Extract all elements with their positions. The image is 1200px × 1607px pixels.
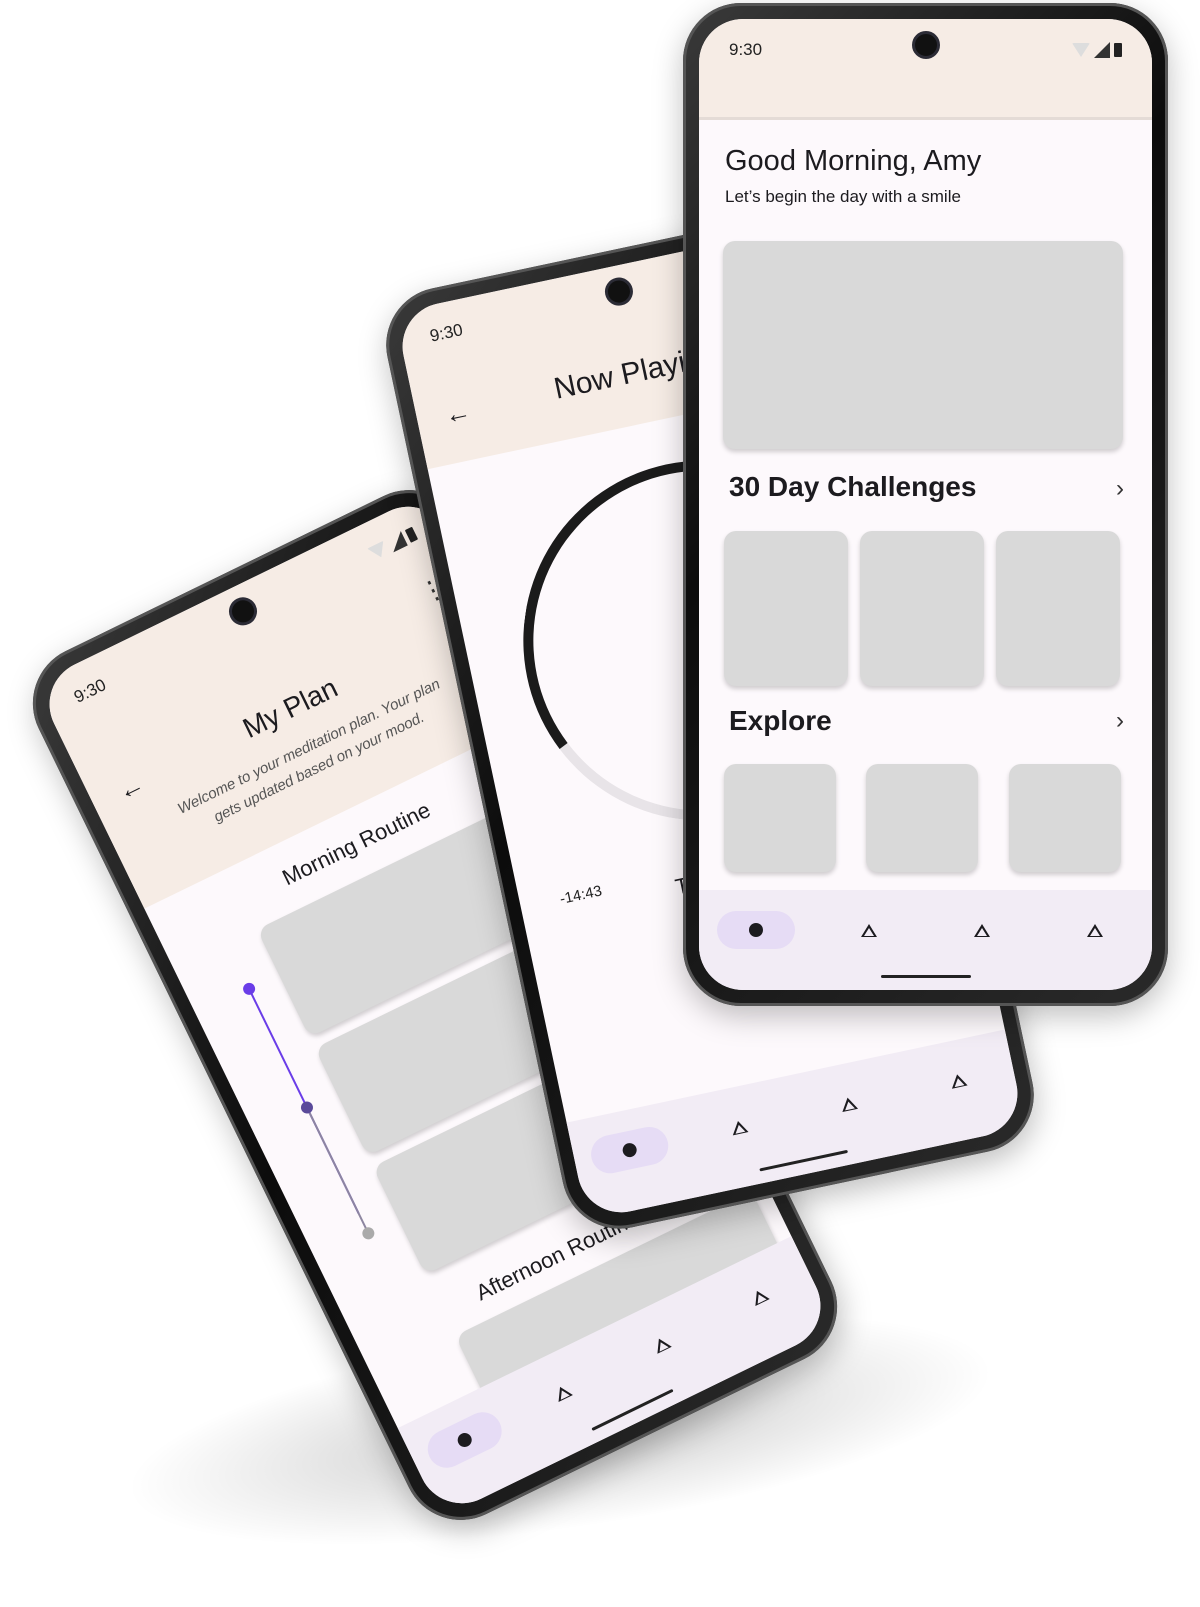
nav-home[interactable]: [587, 1123, 672, 1177]
explore-card[interactable]: [724, 764, 836, 872]
challenge-card[interactable]: [860, 531, 984, 686]
greeting: Good Morning, Amy: [725, 145, 982, 177]
nav-home[interactable]: [421, 1405, 508, 1475]
status-time: 9:30: [428, 320, 465, 346]
status-time: 9:30: [729, 40, 763, 59]
nav-item-2[interactable]: [830, 911, 908, 949]
chevron-right-icon[interactable]: ›: [1116, 475, 1124, 503]
camera-icon: [911, 31, 940, 59]
nav-item-2[interactable]: [697, 1100, 781, 1153]
nav-item-4[interactable]: [716, 1262, 803, 1330]
triangle-icon: [730, 1118, 749, 1135]
triangle-icon: [974, 923, 991, 937]
battery-icon: [404, 526, 419, 543]
system-icons: [367, 526, 419, 562]
bottom-navigation: [566, 1029, 1026, 1221]
explore-title: Explore: [729, 705, 832, 736]
timeline-dot: [360, 1225, 377, 1242]
nav-item-3[interactable]: [943, 911, 1021, 949]
greeting-subtitle: Let’s begin the day with a smile: [725, 187, 961, 206]
triangle-icon: [949, 1072, 968, 1089]
signal-icon: [386, 531, 408, 553]
phone-home: 9:30 Good Morning, Amy Let’s begin the d…: [683, 3, 1168, 1006]
timeline-dot: [298, 1099, 315, 1116]
triangle-icon: [1087, 923, 1104, 937]
explore-card[interactable]: [866, 764, 978, 872]
triangle-icon: [749, 1286, 770, 1306]
system-icons: [1072, 42, 1122, 58]
gesture-handle: [880, 975, 971, 978]
home-dot-icon: [455, 1430, 474, 1450]
nav-item-2[interactable]: [520, 1358, 607, 1426]
wifi-icon: [1072, 43, 1090, 57]
home-dot-icon: [748, 923, 763, 937]
battery-icon: [1114, 43, 1122, 57]
nav-item-3[interactable]: [618, 1310, 705, 1378]
status-time: 9:30: [70, 675, 110, 707]
timeline-dot: [241, 980, 258, 997]
home-dot-icon: [621, 1141, 638, 1159]
nav-item-3[interactable]: [807, 1077, 891, 1130]
triangle-icon: [552, 1382, 573, 1402]
nav-item-4[interactable]: [916, 1054, 1000, 1107]
nav-home[interactable]: [716, 911, 795, 949]
triangle-icon: [651, 1334, 672, 1354]
challenges-title: 30 Day Challenges: [729, 471, 977, 502]
challenge-card[interactable]: [724, 531, 848, 686]
challenge-card[interactable]: [996, 531, 1120, 686]
nav-item-4[interactable]: [1056, 911, 1134, 949]
signal-icon: [1094, 42, 1110, 58]
triangle-icon: [860, 923, 877, 937]
featured-card[interactable]: [723, 241, 1123, 449]
wifi-icon: [367, 540, 390, 562]
screen-home: 9:30 Good Morning, Amy Let’s begin the d…: [699, 19, 1152, 990]
chevron-right-icon[interactable]: ›: [1116, 707, 1124, 735]
explore-card[interactable]: [1009, 764, 1121, 872]
triangle-icon: [839, 1095, 858, 1112]
